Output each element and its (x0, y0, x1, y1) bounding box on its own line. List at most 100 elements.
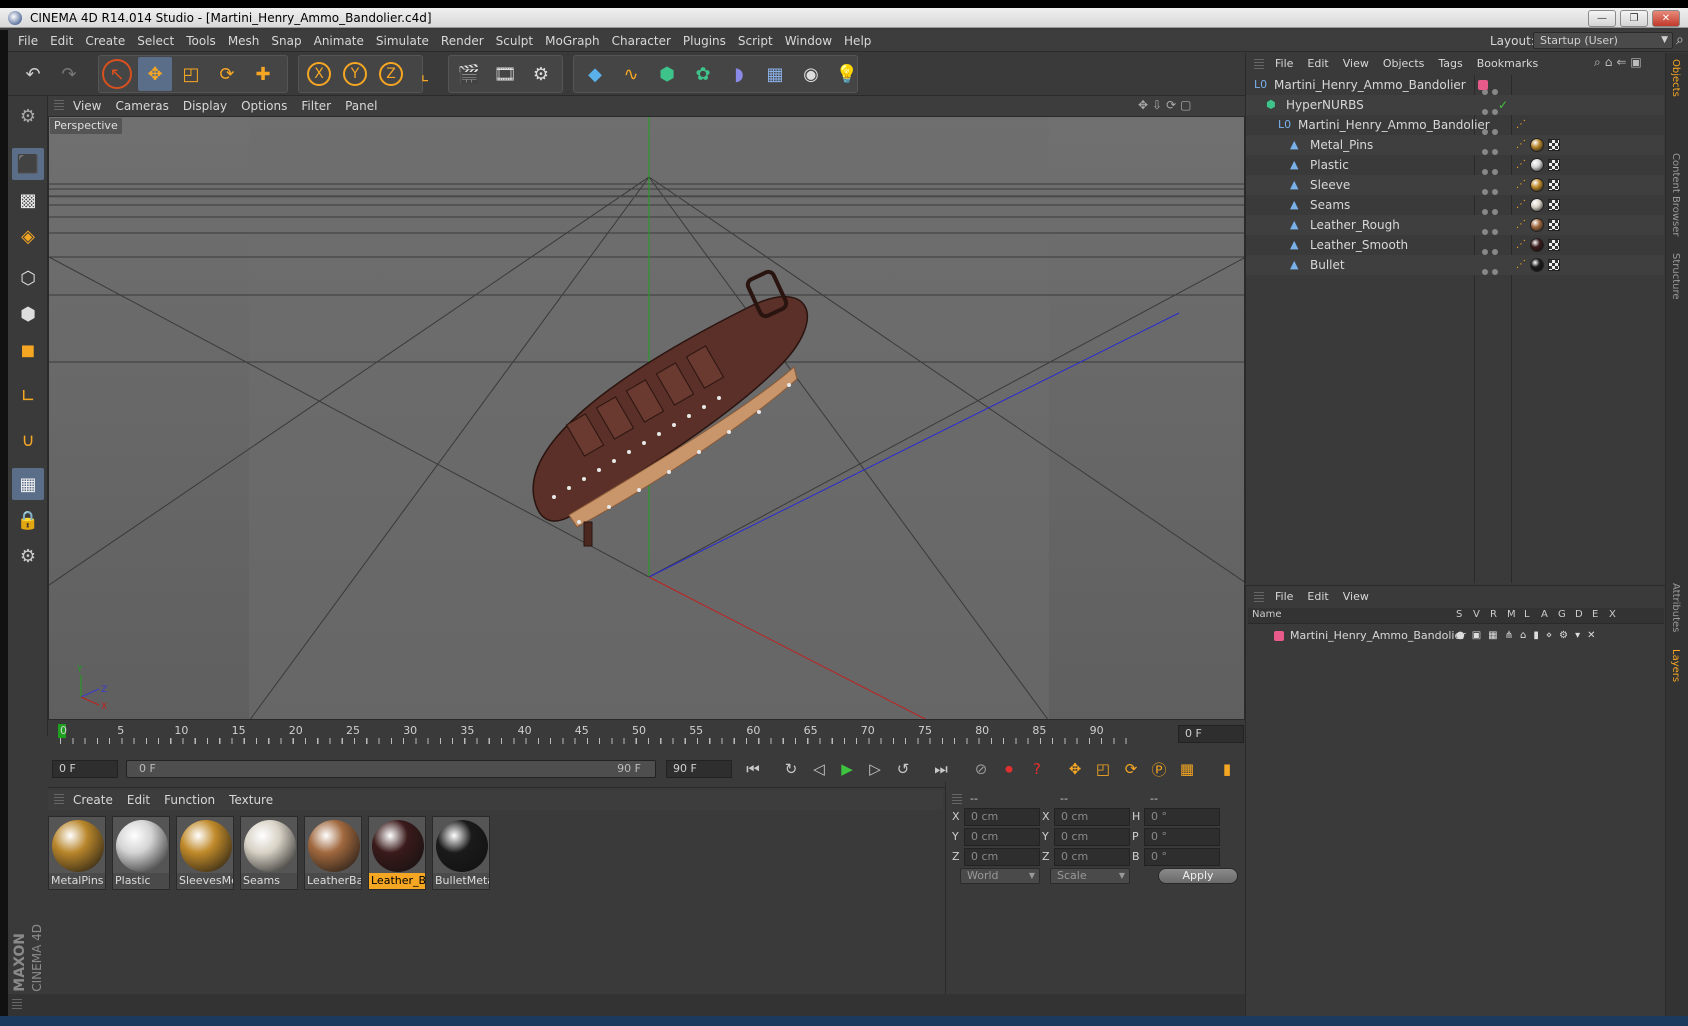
coord-value-field[interactable]: 0 cm (1054, 848, 1130, 866)
phong-tag-icon[interactable]: ⋰ (1516, 255, 1526, 275)
undo-icon[interactable]: ↶ (16, 57, 50, 91)
points-mode-icon[interactable]: ⬡ (12, 262, 44, 294)
uvw-tag-icon[interactable] (1548, 219, 1560, 231)
menu-mesh[interactable]: Mesh (222, 30, 266, 52)
deformer-icon[interactable]: ◗ (722, 57, 756, 91)
object-tree-row[interactable]: ▲ Plastic ⋰ (1246, 155, 1664, 175)
floor-icon[interactable]: ▦ (758, 57, 792, 91)
camera-icon[interactable]: ◉ (794, 57, 828, 91)
menu-animate[interactable]: Animate (308, 30, 370, 52)
menu-window[interactable]: Window (779, 30, 838, 52)
object-tree-row[interactable]: ▲ Seams ⋰ (1246, 195, 1664, 215)
object-tree-row[interactable]: ▲ Bullet ⋰ (1246, 255, 1664, 275)
viewport-menu-view[interactable]: View (66, 96, 108, 116)
perspective-viewport[interactable]: Y Z X (48, 116, 1245, 720)
object-mode-icon[interactable]: ⬛ (12, 148, 44, 180)
uvw-tag-icon[interactable] (1548, 239, 1560, 251)
loop-icon[interactable]: ↻ (778, 757, 804, 781)
y-axis-icon[interactable]: Y (338, 57, 372, 91)
x-axis-icon[interactable]: X (302, 57, 336, 91)
maximize-button[interactable]: ❐ (1620, 10, 1648, 27)
menu-render[interactable]: Render (435, 30, 490, 52)
array-icon[interactable]: ✿ (686, 57, 720, 91)
menu-plugins[interactable]: Plugins (677, 30, 732, 52)
model-mode-icon[interactable]: ⚙ (12, 100, 44, 132)
apply-button[interactable]: Apply (1158, 868, 1238, 884)
material-swatch[interactable]: Leather_Br (368, 816, 426, 890)
phong-tag-icon[interactable]: ⋰ (1516, 215, 1526, 235)
cube-icon[interactable]: ◆ (578, 57, 612, 91)
nurbs-icon[interactable]: ⬢ (650, 57, 684, 91)
texture-mode-icon[interactable]: ▩ (12, 184, 44, 216)
step-back-icon[interactable]: ◁ (806, 757, 832, 781)
material-menu-create[interactable]: Create (66, 790, 120, 810)
select-arrow-icon[interactable]: ↖ (102, 59, 132, 89)
light-icon[interactable]: 💡 (830, 57, 864, 91)
side-tab-attributes[interactable]: Attributes (1670, 583, 1681, 632)
layer-color-swatch[interactable] (1478, 80, 1488, 90)
material-tag-icon[interactable] (1530, 178, 1544, 192)
phong-tag-icon[interactable]: ⋰ (1516, 235, 1526, 255)
render-picture-viewer-icon[interactable]: 🎞 (488, 57, 522, 91)
object-menu-edit[interactable]: Edit (1300, 53, 1335, 75)
material-tag-icon[interactable] (1530, 238, 1544, 252)
camera-label[interactable]: Perspective (50, 118, 122, 134)
menu-simulate[interactable]: Simulate (370, 30, 435, 52)
timeline-ruler[interactable]: 0 5 10 15 20 25 30 35 40 45 50 55 60 65 70 75 80 85 90 0 F (48, 722, 1245, 746)
rotate-icon[interactable]: ⟳ (210, 57, 244, 91)
uvw-tag-icon[interactable] (1548, 199, 1560, 211)
material-tag-icon[interactable] (1530, 198, 1544, 212)
menu-select[interactable]: Select (131, 30, 180, 52)
object-menu-file[interactable]: File (1268, 53, 1300, 75)
menu-snap[interactable]: Snap (265, 30, 307, 52)
scale-icon[interactable]: ◰ (174, 57, 208, 91)
menu-help[interactable]: Help (838, 30, 877, 52)
gear-icon[interactable]: ⚙ (12, 540, 44, 572)
material-menu-texture[interactable]: Texture (222, 790, 280, 810)
uvw-tag-icon[interactable] (1548, 139, 1560, 151)
layer-flag-icons[interactable]: ●▣▦⋔⌂▮⋄⚙▾✕ (1456, 626, 1602, 646)
material-swatch[interactable]: SleevesMet (176, 816, 234, 890)
material-tag-icon[interactable] (1530, 258, 1544, 272)
viewport-menu-panel[interactable]: Panel (338, 96, 384, 116)
phong-tag-icon[interactable]: ⋰ (1516, 175, 1526, 195)
coord-value-field[interactable]: 0 ° (1144, 828, 1220, 846)
render-settings-icon[interactable]: ⚙ (524, 57, 558, 91)
edges-mode-icon[interactable]: ⬢ (12, 298, 44, 330)
frame-range-slider[interactable]: 0 F 90 F (126, 760, 656, 778)
material-swatch[interactable]: Plastic (112, 816, 170, 890)
viewport-menu-filter[interactable]: Filter (294, 96, 338, 116)
step-forward-icon[interactable]: ▷ (862, 757, 888, 781)
object-tree-row[interactable]: L0 Martini_Henry_Ammo_Bandolier (1246, 75, 1664, 95)
render-view-icon[interactable]: 🎬 (452, 57, 486, 91)
key-scale-icon[interactable]: ◰ (1090, 757, 1116, 781)
layer-menu-view[interactable]: View (1336, 586, 1376, 608)
menu-edit[interactable]: Edit (44, 30, 79, 52)
menu-mograph[interactable]: MoGraph (539, 30, 606, 52)
coord-value-field[interactable]: 0 cm (1054, 828, 1130, 846)
coordinate-system-icon[interactable]: ⌞ (408, 57, 442, 91)
side-tab-objects[interactable]: Objects (1670, 59, 1681, 97)
material-swatch[interactable]: BulletMeta (432, 816, 490, 890)
go-to-end-icon[interactable]: ⏭ (928, 757, 954, 781)
material-tag-icon[interactable] (1530, 158, 1544, 172)
keyframe-icon[interactable]: ⊘ (968, 757, 994, 781)
coord-value-field[interactable]: 0 ° (1144, 848, 1220, 866)
object-tree-row[interactable]: ▲ Leather_Rough ⋰ (1246, 215, 1664, 235)
timeline-window-icon[interactable]: ▮ (1214, 757, 1240, 781)
layer-menu-edit[interactable]: Edit (1300, 586, 1335, 608)
coord-value-field[interactable]: 0 cm (964, 848, 1040, 866)
object-menu-tags[interactable]: Tags (1431, 53, 1469, 75)
menu-character[interactable]: Character (606, 30, 677, 52)
viewport-menu-display[interactable]: Display (176, 96, 234, 116)
z-axis-icon[interactable]: Z (374, 57, 408, 91)
viewport-menu-cameras[interactable]: Cameras (108, 96, 175, 116)
material-menu-function[interactable]: Function (157, 790, 222, 810)
workplane-icon[interactable]: ◈ (12, 220, 44, 252)
menu-tools[interactable]: Tools (180, 30, 222, 52)
polygons-mode-icon[interactable]: ◼ (12, 334, 44, 366)
material-swatch[interactable]: MetalPins (48, 816, 106, 890)
uvw-tag-icon[interactable] (1548, 179, 1560, 191)
start-frame-field[interactable]: 0 F (52, 760, 118, 778)
coord-value-field[interactable]: 0 cm (964, 828, 1040, 846)
